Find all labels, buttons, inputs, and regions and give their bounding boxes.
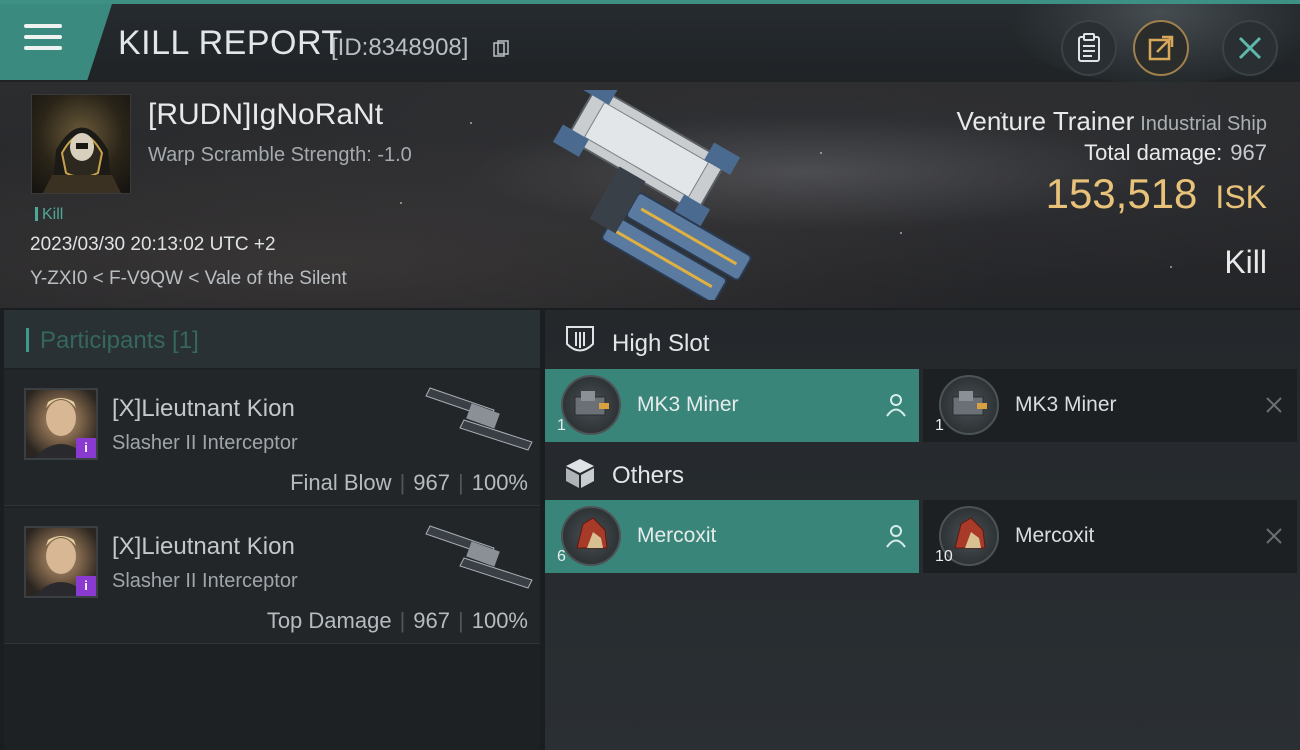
item-name: MK3 Miner — [637, 393, 739, 416]
kill-datetime: 2023/03/30 20:13:02 UTC +2 — [30, 234, 276, 255]
participant-role: Top Damage — [266, 608, 392, 633]
participants-title: Participants [1] — [40, 327, 199, 354]
item-quantity: 1 — [557, 417, 566, 434]
hamburger-menu-icon[interactable] — [24, 24, 62, 54]
participant-badge: i — [76, 576, 96, 596]
person-icon — [886, 525, 906, 548]
high-slot-item-dropped[interactable]: 1 MK3 Miner — [545, 369, 919, 442]
item-quantity: 1 — [935, 417, 944, 434]
others-item-destroyed[interactable]: 10 Mercoxit — [923, 500, 1297, 573]
high-slot-title: High Slot — [612, 330, 710, 357]
victim-avatar[interactable] — [31, 94, 131, 194]
high-slot-header: High Slot — [545, 312, 1300, 370]
participant-role: Final Blow — [290, 470, 392, 495]
participant-ship: Slasher II Interceptor — [112, 570, 298, 592]
report-id: [ID:8348908] — [331, 34, 469, 61]
page-title: KILL REPORT — [118, 24, 343, 62]
others-title: Others — [612, 462, 685, 489]
items-panel: High Slot 1 MK3 Miner 1 MK3 Miner Others… — [545, 310, 1300, 750]
participant-percent: 100% — [471, 608, 528, 633]
destroyed-x-icon — [1266, 397, 1282, 413]
ore-icon — [561, 506, 621, 566]
participant-ship-image[interactable] — [424, 380, 536, 456]
item-name: Mercoxit — [1015, 524, 1095, 547]
kill-location[interactable]: Y-ZXI0 < F-V9QW < Vale of the Silent — [30, 268, 347, 290]
isk-amount: 153,518 — [1045, 170, 1198, 217]
menu-tab[interactable] — [0, 4, 112, 80]
top-bar: KILL REPORT [ID:8348908] — [0, 0, 1300, 82]
item-name: Mercoxit — [637, 524, 717, 547]
high-slot-item-destroyed[interactable]: 1 MK3 Miner — [923, 369, 1297, 442]
total-damage-label: Total damage: — [1084, 140, 1223, 165]
close-icon — [1238, 36, 1262, 60]
participant-stats: Top Damage | 967 | 100% — [266, 608, 528, 633]
participant-ship-image[interactable] — [424, 518, 536, 594]
participant-stats: Final Blow | 967 | 100% — [290, 470, 528, 495]
participant-percent: 100% — [471, 470, 528, 495]
destroyed-x-icon — [1266, 528, 1282, 544]
clipboard-button[interactable] — [1061, 20, 1117, 76]
victim-ship-name[interactable]: Venture Trainer Industrial Ship — [956, 106, 1267, 137]
close-button[interactable] — [1222, 20, 1278, 76]
participant-damage: 967 — [413, 608, 450, 633]
participant-name[interactable]: [X]Lieutnant Kion — [112, 533, 295, 561]
others-header: Others — [545, 444, 1300, 502]
participant-row[interactable]: i [X]Lieutnant Kion Slasher II Intercept… — [4, 508, 540, 644]
participant-ship: Slasher II Interceptor — [112, 432, 298, 454]
item-name: MK3 Miner — [1015, 393, 1117, 416]
participant-damage: 967 — [413, 470, 450, 495]
isk-value: 153,518 ISK — [1046, 170, 1267, 218]
share-button[interactable] — [1133, 20, 1189, 76]
victim-ship-image[interactable] — [520, 90, 790, 300]
isk-unit: ISK — [1215, 179, 1267, 215]
mining-laser-icon — [561, 375, 621, 435]
ship-class-text: Industrial Ship — [1140, 113, 1267, 135]
item-quantity: 6 — [557, 548, 566, 565]
helmet-portrait-icon — [43, 127, 121, 193]
participants-header[interactable]: Participants [1] — [4, 310, 540, 368]
cube-icon — [566, 459, 594, 488]
clipboard-icon — [1078, 33, 1100, 62]
total-damage-value: 967 — [1230, 140, 1267, 165]
share-icon — [1148, 35, 1174, 61]
ship-name-text: Venture Trainer — [956, 106, 1135, 136]
warp-scramble-strength: Warp Scramble Strength: -1.0 — [148, 144, 412, 166]
others-item-dropped[interactable]: 6 Mercoxit — [545, 500, 919, 573]
kill-summary: [RUDN]IgNoRaNt Warp Scramble Strength: -… — [0, 82, 1300, 308]
copy-icon[interactable] — [493, 40, 509, 58]
kill-type-tag: Kill — [35, 206, 63, 224]
person-icon — [886, 394, 906, 417]
participant-badge: i — [76, 438, 96, 458]
victim-name[interactable]: [RUDN]IgNoRaNt — [148, 98, 383, 132]
participants-panel: Participants [1] i [X]Lieutnant Kion Sla… — [4, 310, 540, 750]
participant-row[interactable]: i [X]Lieutnant Kion Slasher II Intercept… — [4, 370, 540, 506]
mining-laser-icon — [939, 375, 999, 435]
participant-name[interactable]: [X]Lieutnant Kion — [112, 395, 295, 423]
item-quantity: 10 — [935, 548, 953, 565]
kill-result-label: Kill — [1224, 244, 1267, 280]
total-damage: Total damage: 967 — [1084, 140, 1267, 166]
high-slot-icon — [566, 326, 594, 352]
